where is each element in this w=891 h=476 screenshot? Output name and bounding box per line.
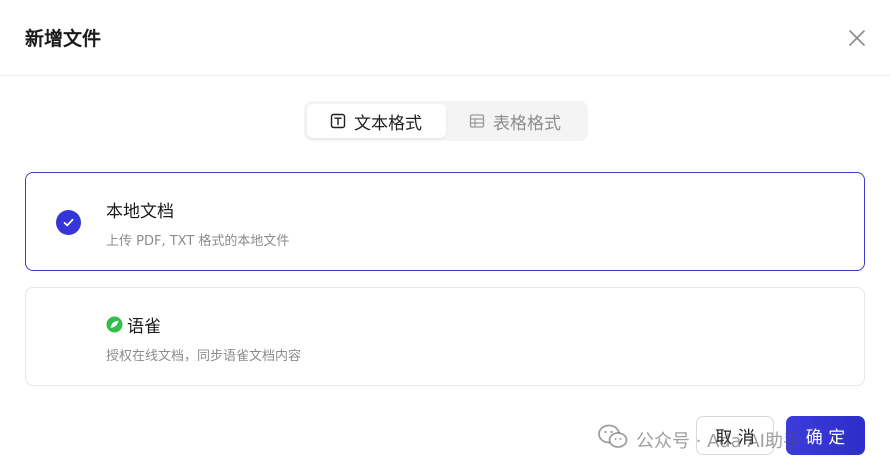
option-title-text: 语雀 [127,317,161,337]
tab-table-format[interactable]: 表格格式 [446,104,585,138]
close-icon[interactable] [845,26,869,50]
confirm-button[interactable]: 确 定 [786,416,865,455]
option-yuque[interactable]: 语雀 授权在线文档，同步语雀文档内容 [25,287,865,386]
cancel-button[interactable]: 取 消 [696,416,774,455]
check-icon [56,210,81,235]
format-segment-wrap: 文本格式 表格格式 [0,101,891,141]
dialog-header: 新增文件 [0,0,891,76]
option-title: 语雀 [106,312,161,337]
format-segment: 文本格式 表格格式 [303,101,588,141]
option-title: 本地文档 [106,197,174,222]
yuque-logo-icon [106,316,123,333]
option-description: 上传 PDF, TXT 格式的本地文件 [106,234,290,249]
dialog-title: 新增文件 [25,28,102,50]
tab-label: 文本格式 [354,113,422,134]
table-format-icon [469,113,485,129]
tab-label: 表格格式 [493,113,561,134]
source-options: 本地文档 上传 PDF, TXT 格式的本地文件 语雀 授权在线文档，同步语雀文… [0,172,891,386]
tab-text-format[interactable]: 文本格式 [306,104,446,138]
option-local-document[interactable]: 本地文档 上传 PDF, TXT 格式的本地文件 [25,172,865,271]
option-description: 授权在线文档，同步语雀文档内容 [106,349,302,364]
text-format-icon [330,113,346,129]
new-file-dialog: 新增文件 文本格式 表格格式 本地文档 上传 PDF, TXT 格式的本地文件 … [0,0,891,476]
option-title-text: 本地文档 [106,202,174,222]
dialog-footer: 取 消 确 定 [696,416,865,455]
wechat-icon [598,424,628,455]
